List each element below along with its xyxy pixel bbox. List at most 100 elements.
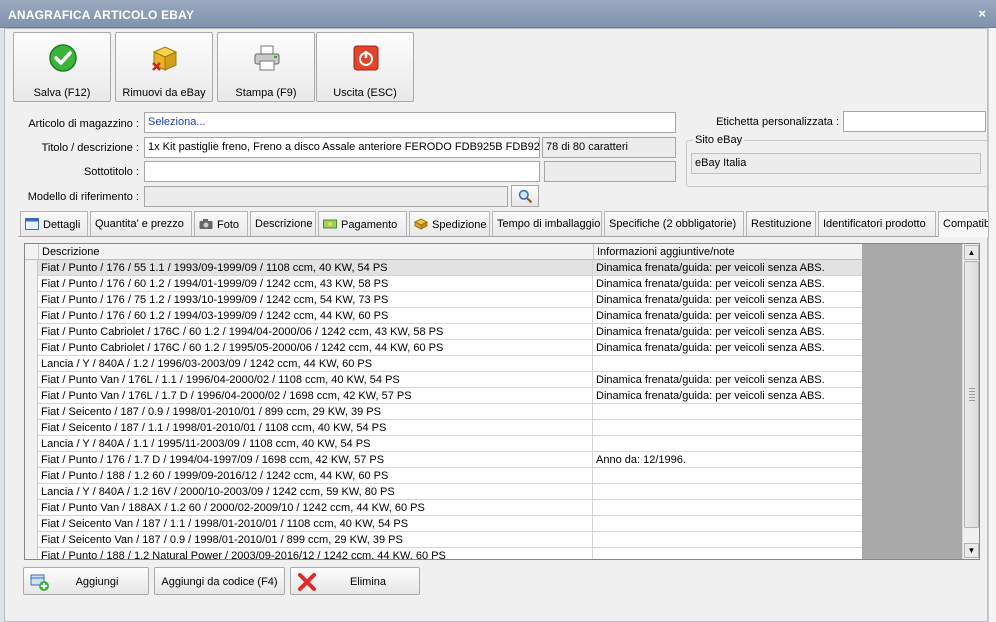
cell-info: Dinamica frenata/guida: per veicoli senz… xyxy=(596,342,825,354)
compatibility-grid[interactable]: Descrizione Informazioni aggiuntive/note… xyxy=(24,243,980,560)
remove-from-ebay-button[interactable]: Rimuovi da eBay xyxy=(115,32,213,102)
tab-pagamento[interactable]: Pagamento xyxy=(318,211,407,236)
save-button[interactable]: Salva (F12) xyxy=(13,32,111,102)
cell-info: Dinamica frenata/guida: per veicoli senz… xyxy=(596,390,825,402)
cell-info: Dinamica frenata/guida: per veicoli senz… xyxy=(596,262,825,274)
money-icon xyxy=(323,219,337,229)
table-row[interactable]: Fiat / Punto / 176 / 55 1.1 / 1993/09-19… xyxy=(25,260,862,276)
sottotitolo-extra-field xyxy=(544,161,676,182)
cell-info xyxy=(594,420,862,436)
table-row[interactable]: Fiat / Punto / 176 / 75 1.2 / 1993/10-19… xyxy=(25,292,862,308)
window-edge xyxy=(988,28,996,622)
row-selector[interactable] xyxy=(25,532,38,548)
row-selector[interactable] xyxy=(25,468,38,484)
row-selector[interactable] xyxy=(25,516,38,532)
scroll-thumb[interactable] xyxy=(964,261,979,528)
tab-label: Tempo di imballaggio xyxy=(497,218,601,230)
cell-info: Dinamica frenata/guida: per veicoli senz… xyxy=(596,326,825,338)
cell-descrizione: Fiat / Punto Cabriolet / 176C / 60 1.2 /… xyxy=(39,324,593,340)
cell-info xyxy=(594,516,862,532)
articolo-field[interactable]: Seleziona... xyxy=(144,112,676,133)
add-button[interactable]: Aggiungi xyxy=(23,567,149,595)
table-row[interactable]: Fiat / Punto / 176 / 60 1.2 / 1994/01-19… xyxy=(25,276,862,292)
search-button[interactable] xyxy=(511,185,539,207)
tab-spedizione[interactable]: Spedizione xyxy=(409,211,490,236)
table-row[interactable]: Fiat / Seicento / 187 / 1.1 / 1998/01-20… xyxy=(25,420,862,436)
column-info[interactable]: Informazioni aggiuntive/note xyxy=(594,244,862,260)
tab-foto[interactable]: Foto xyxy=(194,211,248,236)
add-label: Aggiungi xyxy=(75,576,119,588)
tab-specifiche[interactable]: Specifiche (2 obbligatorie) xyxy=(604,211,744,236)
sito-ebay-caption: Sito eBay xyxy=(693,134,745,146)
row-selector[interactable] xyxy=(25,500,38,516)
sottotitolo-field[interactable] xyxy=(144,161,540,182)
row-selector[interactable] xyxy=(25,436,38,452)
tab-dettagli[interactable]: Dettagli xyxy=(20,211,88,236)
table-row[interactable]: Fiat / Seicento / 187 / 0.9 / 1998/01-20… xyxy=(25,404,862,420)
table-row[interactable]: Fiat / Punto / 188 / 1.2 60 / 1999/09-20… xyxy=(25,468,862,484)
row-selector[interactable] xyxy=(25,260,38,276)
scroll-down-icon[interactable]: ▼ xyxy=(964,543,979,558)
tab-tempo-imballaggio[interactable]: Tempo di imballaggio xyxy=(492,211,602,236)
table-row[interactable]: Fiat / Punto Cabriolet / 176C / 60 1.2 /… xyxy=(25,324,862,340)
exit-button[interactable]: Uscita (ESC) xyxy=(316,32,414,102)
remove-label: Rimuovi da eBay xyxy=(122,87,206,99)
tab-descrizione[interactable]: Descrizione xyxy=(250,211,316,236)
row-selector[interactable] xyxy=(25,372,38,388)
cell-descrizione: Fiat / Punto / 176 / 55 1.1 / 1993/09-19… xyxy=(39,260,593,276)
row-selector[interactable] xyxy=(25,548,38,559)
cell-descrizione: Fiat / Punto / 176 / 75 1.2 / 1993/10-19… xyxy=(39,292,593,308)
cell-info: Dinamica frenata/guida: per veicoli senz… xyxy=(596,310,825,322)
table-row[interactable]: Fiat / Punto Van / 188AX / 1.2 60 / 2000… xyxy=(25,500,862,516)
cell-info xyxy=(594,484,862,500)
vertical-scrollbar[interactable]: ▲ ▼ xyxy=(962,244,979,559)
camera-icon xyxy=(199,219,213,229)
close-icon[interactable]: × xyxy=(978,6,986,21)
row-selector[interactable] xyxy=(25,404,38,420)
row-selector[interactable] xyxy=(25,324,38,340)
header-selector xyxy=(25,244,39,260)
table-row[interactable]: Fiat / Punto / 176 / 60 1.2 / 1994/03-19… xyxy=(25,308,862,324)
tab-label: Specifiche (2 obbligatorie) xyxy=(609,218,737,230)
table-row[interactable]: Lancia / Y / 840A / 1.1 / 1995/11-2003/0… xyxy=(25,436,862,452)
tab-compatibilita[interactable]: Compatib xyxy=(938,211,989,237)
tab-restituzione[interactable]: Restituzione xyxy=(746,211,816,236)
row-selector[interactable] xyxy=(25,292,38,308)
delete-button[interactable]: Elimina xyxy=(290,567,420,595)
row-selector[interactable] xyxy=(25,388,38,404)
cell-descrizione: Fiat / Seicento Van / 187 / 1.1 / 1998/0… xyxy=(39,516,593,532)
row-selector[interactable] xyxy=(25,276,38,292)
tab-identificatori[interactable]: Identificatori prodotto xyxy=(818,211,936,236)
articolo-label: Articolo di magazzino : xyxy=(28,118,139,130)
row-selector[interactable] xyxy=(25,420,38,436)
tab-strip: Dettagli Quantita' e prezzo Foto Descriz… xyxy=(18,211,989,237)
table-row[interactable]: Fiat / Seicento Van / 187 / 0.9 / 1998/0… xyxy=(25,532,862,548)
table-row[interactable]: Fiat / Seicento Van / 187 / 1.1 / 1998/0… xyxy=(25,516,862,532)
column-descrizione[interactable]: Descrizione xyxy=(39,244,594,260)
titolo-field[interactable]: 1x Kit pastiglie freno, Freno a disco As… xyxy=(144,137,540,158)
row-selector[interactable] xyxy=(25,484,38,500)
row-selector[interactable] xyxy=(25,308,38,324)
table-row[interactable]: Fiat / Punto / 188 / 1.2 Natural Power /… xyxy=(25,548,862,559)
table-row[interactable]: Fiat / Punto Cabriolet / 176C / 60 1.2 /… xyxy=(25,340,862,356)
table-row[interactable]: Fiat / Punto / 176 / 1.7 D / 1994/04-199… xyxy=(25,452,862,468)
modello-field[interactable] xyxy=(144,186,508,207)
row-selector[interactable] xyxy=(25,452,38,468)
tab-quantita-prezzo[interactable]: Quantita' e prezzo xyxy=(90,211,192,236)
table-row[interactable]: Lancia / Y / 840A / 1.2 / 1996/03-2003/0… xyxy=(25,356,862,372)
row-selector[interactable] xyxy=(25,340,38,356)
cell-descrizione: Lancia / Y / 840A / 1.2 / 1996/03-2003/0… xyxy=(39,356,593,372)
etichetta-field[interactable] xyxy=(843,111,986,132)
row-selector[interactable] xyxy=(25,356,38,372)
calendar-icon xyxy=(25,218,39,230)
cell-descrizione: Fiat / Punto / 176 / 60 1.2 / 1994/01-19… xyxy=(39,276,593,292)
table-row[interactable]: Fiat / Punto Van / 176L / 1.1 / 1996/04-… xyxy=(25,372,862,388)
add-from-code-button[interactable]: Aggiungi da codice (F4) xyxy=(154,567,285,595)
box-remove-icon xyxy=(152,46,178,71)
scroll-up-icon[interactable]: ▲ xyxy=(964,245,979,260)
cell-descrizione: Fiat / Punto / 188 / 1.2 60 / 1999/09-20… xyxy=(39,468,593,484)
table-row[interactable]: Fiat / Punto Van / 176L / 1.7 D / 1996/0… xyxy=(25,388,862,404)
table-row[interactable]: Lancia / Y / 840A / 1.2 16V / 2000/10-20… xyxy=(25,484,862,500)
print-button[interactable]: Stampa (F9) xyxy=(217,32,315,102)
cell-descrizione: Fiat / Seicento Van / 187 / 0.9 / 1998/0… xyxy=(39,532,593,548)
